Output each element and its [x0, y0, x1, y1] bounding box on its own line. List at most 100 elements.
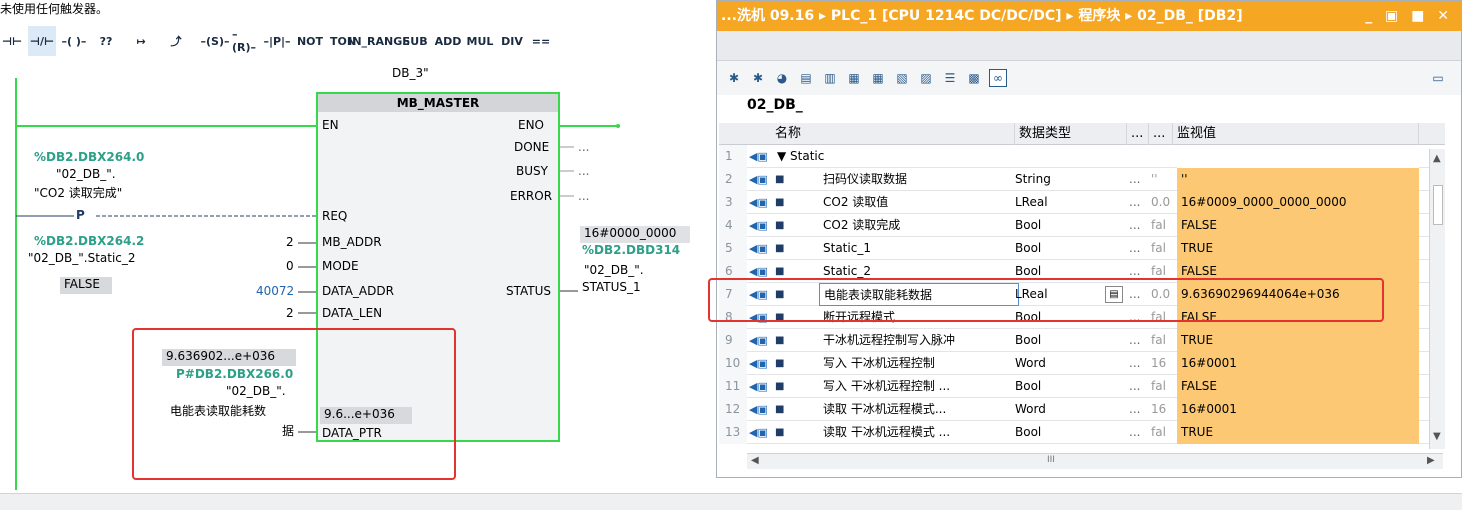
row-name[interactable]: Static_1 [823, 237, 1011, 260]
row-name[interactable]: CO2 读取完成 [823, 214, 1011, 237]
table-row[interactable]: 4 ◀▣ ■ CO2 读取完成 Bool... fal FALSE [719, 214, 1445, 237]
toolbar-instruction-13[interactable]: ADD [434, 26, 462, 56]
window-titlebar[interactable]: ...洗机 09.16 ▸ PLC_1 [CPU 1214C DC/DC/DC]… [717, 1, 1461, 31]
error-output[interactable]: ... [578, 189, 589, 203]
row-start-value[interactable] [1151, 145, 1173, 168]
row-ellipsis[interactable] [1129, 145, 1149, 168]
row-type[interactable]: Bool [1015, 214, 1127, 237]
toolbar-instruction-6[interactable]: –(S)– [200, 26, 230, 56]
row-start-value[interactable]: fal [1151, 214, 1173, 237]
snapshot-icon[interactable]: ◕ [773, 69, 791, 87]
data-addr-value[interactable]: 40072 [256, 284, 294, 298]
settings-icon[interactable]: ▭ [1429, 69, 1447, 87]
row-ellipsis[interactable]: ... [1129, 352, 1149, 375]
done-output[interactable]: ... [578, 140, 589, 154]
col-name[interactable]: 名称 [771, 123, 1015, 145]
table-row[interactable]: 2 ◀▣ ■ 扫码仪读取数据 String... '' '' [719, 168, 1445, 191]
add-row-icon[interactable]: ✱ [749, 69, 767, 87]
table-row[interactable]: 13 ◀▣ ■ 读取 干冰机远程模式 ... Bool... fal TRUE [719, 421, 1445, 444]
toolbar-instruction-5[interactable]: ⤴ [162, 26, 190, 56]
table-row[interactable]: 1 ◀▣ ▼ Static [719, 145, 1445, 168]
table-row[interactable]: 5 ◀▣ ■ Static_1 Bool... fal TRUE [719, 237, 1445, 260]
toolbar-instruction-1[interactable]: ⊣/⊢ [28, 26, 56, 56]
scroll-down-icon[interactable]: ▼ [1433, 431, 1441, 442]
row-start-value[interactable]: '' [1151, 168, 1173, 191]
req-address[interactable]: %DB2.DBX264.0 [34, 150, 144, 164]
row-name[interactable]: 干冰机远程控制写入脉冲 [823, 329, 1011, 352]
scroll-grip[interactable]: III [1047, 455, 1055, 465]
horizontal-scrollbar[interactable]: ◀ III ▶ [747, 453, 1443, 469]
window-controls[interactable]: _ ▣ ■ ✕ [1365, 1, 1453, 31]
row-type[interactable] [1015, 145, 1127, 168]
insert-row-icon[interactable]: ✱ [725, 69, 743, 87]
vertical-scrollbar[interactable]: ▲ ▼ [1429, 149, 1445, 449]
reset-values-icon[interactable]: ▦ [869, 69, 887, 87]
row-name[interactable]: 写入 干冰机远程控制 [823, 352, 1011, 375]
row-type[interactable]: Bool [1015, 375, 1127, 398]
toolbar-instruction-15[interactable]: DIV [498, 26, 526, 56]
row-name[interactable]: 写入 干冰机远程控制 ... [823, 375, 1011, 398]
toolbar-instruction-7[interactable]: –(R)– [232, 26, 260, 56]
busy-output[interactable]: ... [578, 164, 589, 178]
list-icon[interactable]: ☰ [941, 69, 959, 87]
row-name[interactable]: ▼ Static [777, 145, 965, 168]
scroll-thumb[interactable] [1433, 185, 1443, 225]
row-ellipsis[interactable]: ... [1129, 375, 1149, 398]
row-ellipsis[interactable]: ... [1129, 398, 1149, 421]
toolbar-instruction-3[interactable]: ?? [92, 26, 120, 56]
toolbar-instruction-8[interactable]: –|P|– [262, 26, 292, 56]
row-type[interactable]: LReal [1015, 191, 1127, 214]
row-type[interactable]: Bool [1015, 237, 1127, 260]
row-name[interactable]: 读取 干冰机远程模式 ... [823, 421, 1011, 444]
toolbar-instruction-14[interactable]: MUL [466, 26, 494, 56]
row-start-value[interactable]: 16 [1151, 352, 1173, 375]
table-row[interactable]: 3 ◀▣ ■ CO2 读取值 LReal... 0.0 16#0009_0000_0000_… [719, 191, 1445, 214]
expand-icon[interactable]: ▧ [893, 69, 911, 87]
row-start-value[interactable]: 0.0 [1151, 191, 1173, 214]
row-ellipsis[interactable]: ... [1129, 168, 1149, 191]
table-row[interactable]: 9 ◀▣ ■ 干冰机远程控制写入脉冲 Bool... fal TRUE [719, 329, 1445, 352]
row-start-value[interactable]: fal [1151, 421, 1173, 444]
col-type[interactable]: 数据类型 [1015, 123, 1127, 145]
start-values-icon[interactable]: ▥ [821, 69, 839, 87]
scroll-left-icon[interactable]: ◀ [751, 455, 759, 466]
row-type[interactable]: Word [1015, 352, 1127, 375]
col-dots-2[interactable]: ... [1149, 123, 1173, 145]
toolbar-instruction-16[interactable]: == [528, 26, 554, 56]
row-name[interactable]: 读取 干冰机远程模式... [823, 398, 1011, 421]
row-start-value[interactable]: fal [1151, 329, 1173, 352]
toolbar-instruction-2[interactable]: –( )– [60, 26, 88, 56]
row-type[interactable]: Word [1015, 398, 1127, 421]
p-address[interactable]: %DB2.DBX264.2 [34, 234, 144, 248]
row-start-value[interactable]: 16 [1151, 398, 1173, 421]
copy-snapshot-icon[interactable]: ▤ [797, 69, 815, 87]
monitor-all-icon[interactable]: ∞ [989, 69, 1007, 87]
load-values-icon[interactable]: ▦ [845, 69, 863, 87]
status-address[interactable]: %DB2.DBD314 [582, 243, 680, 257]
table-row[interactable]: 12 ◀▣ ■ 读取 干冰机远程模式... Word... 16 16#0001 [719, 398, 1445, 421]
table-row[interactable]: 11 ◀▣ ■ 写入 干冰机远程控制 ... Bool... fal FALSE [719, 375, 1445, 398]
mode-value[interactable]: 0 [286, 259, 294, 273]
row-ellipsis[interactable]: ... [1129, 329, 1149, 352]
toolbar-instruction-0[interactable]: ⊣⊢ [0, 26, 24, 56]
row-type[interactable]: Bool [1015, 329, 1127, 352]
p-contact[interactable]: P [76, 208, 85, 222]
scroll-up-icon[interactable]: ▲ [1433, 153, 1441, 164]
row-ellipsis[interactable]: ... [1129, 421, 1149, 444]
row-start-value[interactable]: fal [1151, 375, 1173, 398]
toolbar-instruction-11[interactable]: IN_RANGE [348, 26, 410, 56]
scroll-right-icon[interactable]: ▶ [1427, 455, 1435, 466]
col-dots-1[interactable]: ... [1127, 123, 1149, 145]
row-start-value[interactable]: fal [1151, 237, 1173, 260]
row-ellipsis[interactable]: ... [1129, 214, 1149, 237]
data-len-value[interactable]: 2 [286, 306, 294, 320]
table-row[interactable]: 10 ◀▣ ■ 写入 干冰机远程控制 Word... 16 16#0001 [719, 352, 1445, 375]
row-type[interactable]: String [1015, 168, 1127, 191]
toolbar-instruction-9[interactable]: NOT [296, 26, 324, 56]
col-monitor[interactable]: 监视值 [1173, 123, 1419, 145]
collapse-icon[interactable]: ▨ [917, 69, 935, 87]
row-ellipsis[interactable]: ... [1129, 237, 1149, 260]
row-ellipsis[interactable]: ... [1129, 191, 1149, 214]
toolbar-instruction-12[interactable]: SUB [400, 26, 430, 56]
mb-addr-value[interactable]: 2 [286, 235, 294, 249]
